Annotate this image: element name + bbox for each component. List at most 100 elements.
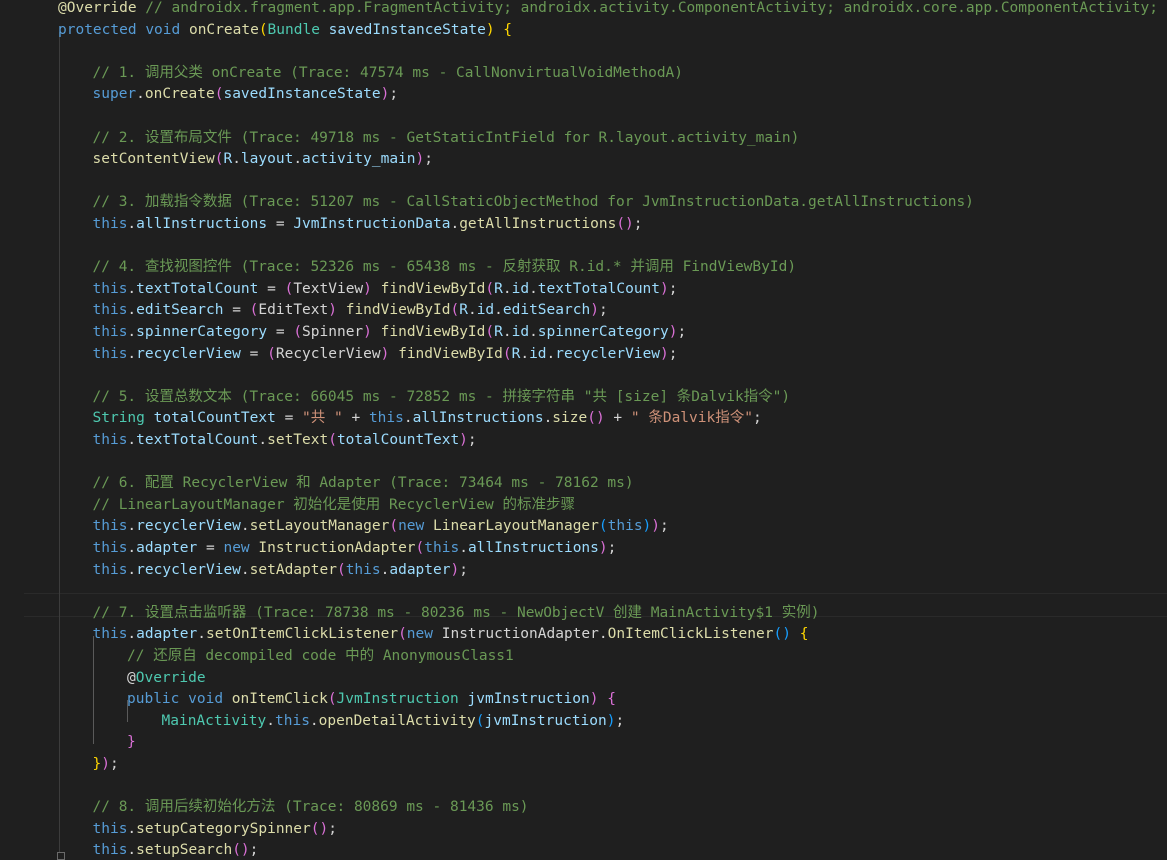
- code-line[interactable]: this.setupSearch();: [93, 840, 259, 860]
- code-token: (: [328, 432, 337, 448]
- code-token: String: [92, 410, 145, 427]
- code-token: R: [459, 302, 468, 319]
- code-line[interactable]: super.onCreate(savedInstanceState);: [93, 84, 399, 106]
- code-token: Bundle: [267, 21, 320, 38]
- code-token: .: [309, 712, 319, 729]
- code-token: =: [267, 324, 294, 340]
- code-line[interactable]: this.adapter = new InstructionAdapter(th…: [93, 538, 617, 560]
- code-line[interactable]: String totalCountText = "共 " + this.allI…: [93, 408, 762, 430]
- code-line[interactable]: @Override // androidx.fragment.app.Fragm…: [58, 0, 1167, 20]
- code-line[interactable]: this.adapter.setOnItemClickListener(new …: [93, 624, 809, 646]
- code-line[interactable]: // 6. 配置 RecyclerView 和 Adapter (Trace: …: [93, 473, 634, 495]
- code-token: setOnItemClickListener: [206, 626, 399, 643]
- code-line[interactable]: // 8. 调用后续初始化方法 (Trace: 80869 ms - 81436…: [93, 797, 529, 819]
- code-token: }: [127, 734, 136, 751]
- code-token: this: [92, 345, 128, 362]
- code-token: adapter: [389, 561, 451, 578]
- code-token: setupSearch: [136, 842, 233, 859]
- code-token: OnItemClickListener: [607, 626, 774, 643]
- code-line[interactable]: this.editSearch = (EditText) findViewByI…: [93, 300, 608, 322]
- code-token: new: [223, 540, 250, 556]
- code-token: adapter: [136, 540, 198, 556]
- code-line[interactable]: this.allInstructions = JvmInstructionDat…: [93, 214, 643, 236]
- code-token: InstructionAdapter: [258, 540, 416, 556]
- code-line[interactable]: protected void onCreate(Bundle savedInst…: [58, 20, 512, 42]
- code-token: adapter: [136, 626, 198, 643]
- code-token: .: [127, 820, 137, 837]
- code-token: // 8. 调用后续初始化方法 (Trace: 80869 ms - 81436…: [92, 799, 529, 816]
- code-token: totalCountText: [153, 410, 276, 427]
- code-token: .: [403, 410, 413, 427]
- code-line[interactable]: this.spinnerCategory = (Spinner) findVie…: [93, 322, 687, 344]
- code-line[interactable]: // 2. 设置布局文件 (Trace: 49718 ms - GetStati…: [93, 128, 800, 150]
- code-token: allInstructions: [412, 410, 544, 427]
- code-line[interactable]: this.recyclerView.setLayoutManager(new L…: [93, 516, 669, 538]
- code-token: size: [552, 410, 588, 427]
- indent-guide: [59, 32, 60, 852]
- code-token: setContentView: [92, 151, 215, 168]
- code-line[interactable]: });: [93, 754, 119, 776]
- code-line[interactable]: setContentView(R.layout.activity_main);: [93, 149, 434, 171]
- code-token: savedInstanceState: [328, 21, 486, 38]
- indent-guide: [93, 636, 94, 744]
- code-token: .: [494, 302, 503, 319]
- code-token: super: [92, 86, 137, 103]
- code-token: " 条Dalvik指令": [630, 410, 753, 427]
- code-line[interactable]: this.textTotalCount.setText(totalCountTe…: [93, 430, 477, 452]
- code-line[interactable]: // 7. 设置点击监听器 (Trace: 78738 ms - 80236 m…: [93, 603, 820, 625]
- code-token: findViewById: [345, 302, 451, 319]
- code-line[interactable]: @Override: [127, 668, 206, 690]
- code-token: ): [328, 302, 337, 319]
- code-line[interactable]: }: [127, 732, 136, 754]
- code-token: // 6. 配置 RecyclerView 和 Adapter (Trace: …: [92, 475, 634, 492]
- code-line[interactable]: // 还原自 decompiled code 中的 AnonymousClass…: [127, 646, 514, 668]
- code-line[interactable]: public void onItemClick(JvmInstruction j…: [127, 689, 616, 711]
- code-token: recyclerView: [136, 561, 241, 578]
- code-token: (: [450, 302, 460, 319]
- code-line[interactable]: this.setupCategorySpinner();: [93, 819, 337, 841]
- code-token: .: [258, 432, 268, 448]
- code-token: setText: [267, 432, 329, 448]
- code-token: .: [127, 842, 137, 859]
- code-token: .: [502, 280, 512, 297]
- code-token: ;: [752, 410, 762, 427]
- code-line[interactable]: this.recyclerView = (RecyclerView) findV…: [93, 344, 678, 366]
- code-line[interactable]: this.textTotalCount = (TextView) findVie…: [93, 279, 678, 301]
- code-token: textTotalCount: [136, 280, 259, 297]
- code-token: R: [223, 151, 233, 168]
- code-line[interactable]: // 1. 调用父类 onCreate (Trace: 47574 ms - C…: [93, 63, 684, 85]
- code-token: // androidx.fragment.app.FragmentActivit…: [136, 0, 1167, 16]
- code-token: layout: [240, 151, 294, 168]
- code-token: =: [197, 540, 224, 556]
- code-token: LinearLayoutManager: [433, 518, 599, 535]
- code-line[interactable]: // 3. 加载指令数据 (Trace: 51207 ms - CallStat…: [93, 192, 974, 214]
- code-token: =: [240, 345, 268, 362]
- code-token: this: [424, 540, 460, 556]
- code-token: recyclerView: [555, 345, 661, 362]
- code-line[interactable]: this.recyclerView.setAdapter(this.adapte…: [93, 560, 468, 582]
- code-token: JvmInstructionData: [293, 216, 451, 232]
- code-line[interactable]: // 4. 查找视图控件 (Trace: 52326 ms - 65438 ms…: [93, 257, 797, 279]
- code-token: ): [101, 756, 110, 772]
- code-token: ;: [389, 86, 399, 103]
- code-token: {: [799, 626, 809, 643]
- code-token: (: [598, 518, 608, 535]
- code-editor[interactable]: @Override // androidx.fragment.app.Fragm…: [0, 0, 1167, 860]
- code-line[interactable]: // 5. 设置总数文本 (Trace: 66045 ms - 72852 ms…: [93, 387, 791, 409]
- code-token: ): [485, 21, 495, 38]
- code-token: InstructionAdapter: [441, 626, 599, 643]
- code-token: getAllInstructions: [459, 216, 617, 232]
- code-token: (: [327, 691, 337, 708]
- code-token: this: [92, 561, 128, 578]
- code-token: ): [450, 561, 460, 578]
- code-line[interactable]: MainActivity.this.openDetailActivity(jvm…: [162, 711, 625, 733]
- code-token: // LinearLayoutManager 初始化是使用 RecyclerVi…: [92, 496, 576, 513]
- code-token: (: [485, 280, 495, 297]
- code-line[interactable]: // LinearLayoutManager 初始化是使用 RecyclerVi…: [93, 495, 576, 517]
- code-token: onCreate: [188, 21, 259, 38]
- code-token: ;: [424, 151, 434, 168]
